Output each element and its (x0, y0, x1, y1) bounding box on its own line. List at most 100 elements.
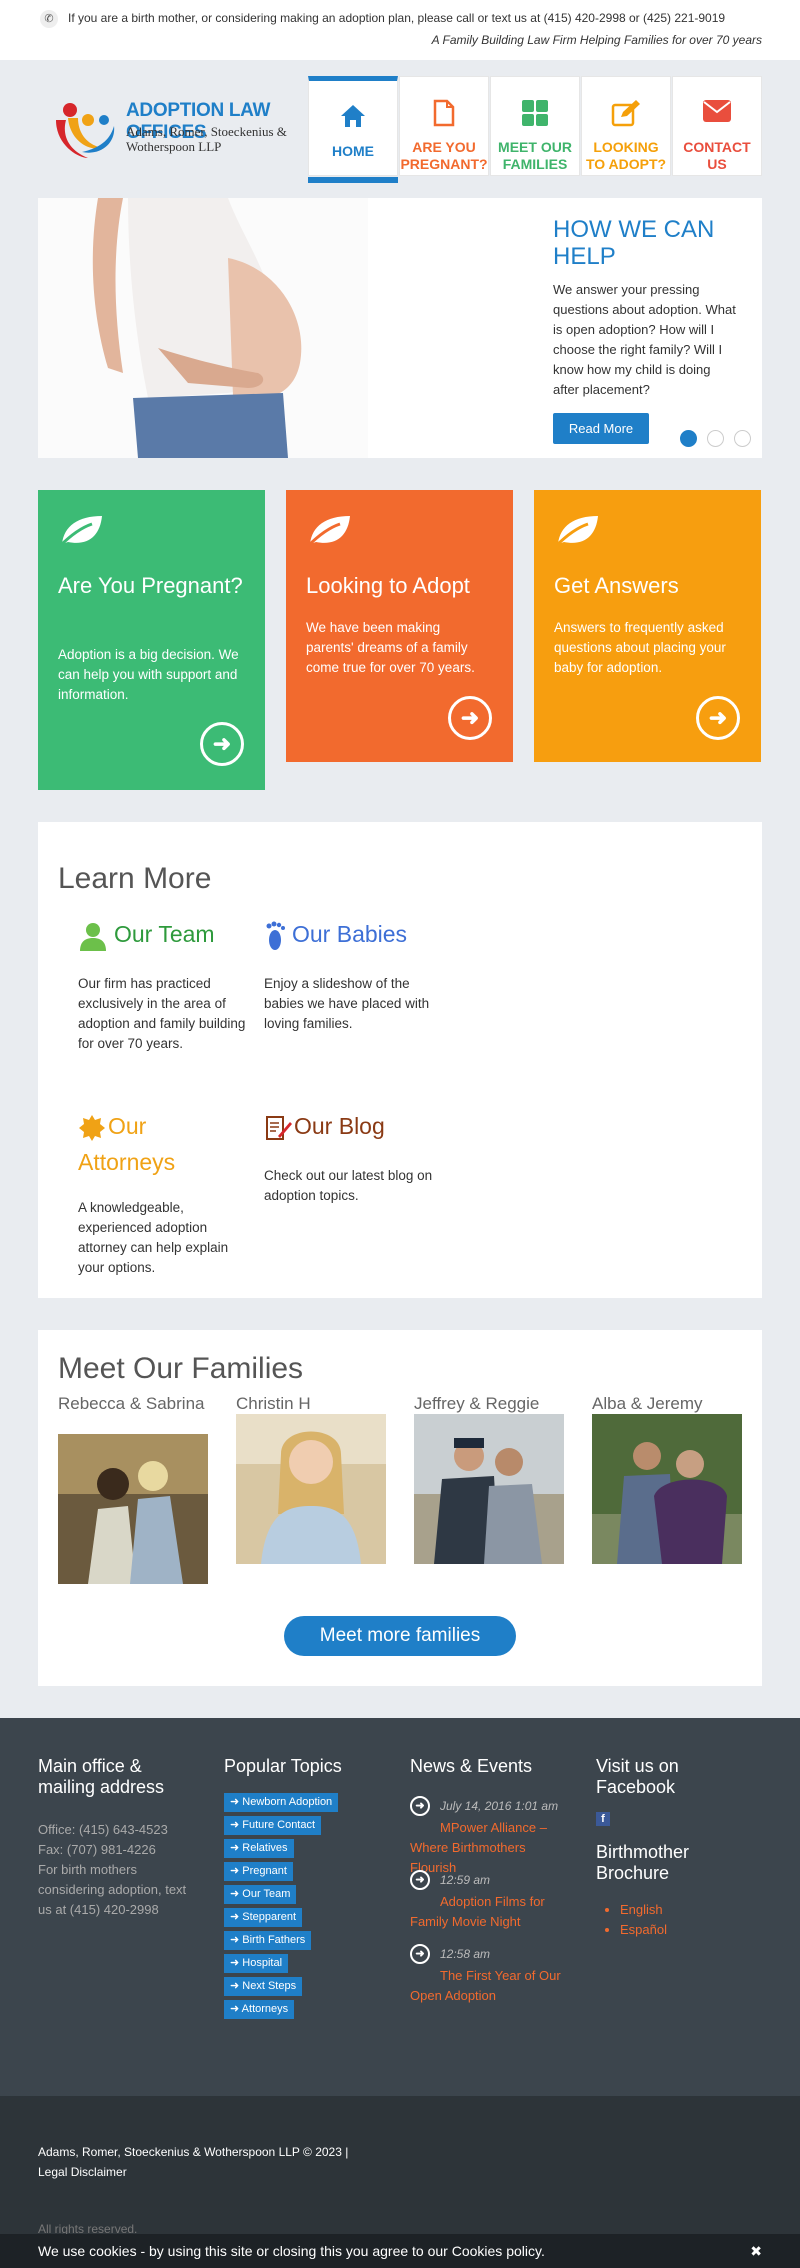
learn-item-title: Our Babies (292, 921, 408, 947)
card-title: Are You Pregnant? (58, 573, 243, 598)
tagline: A Family Building Law Firm Helping Famil… (431, 33, 762, 47)
topic-label: Attorneys (241, 2003, 289, 2015)
slider-dot[interactable] (734, 430, 751, 447)
family-card[interactable]: Christin H (236, 1394, 386, 1564)
family-photo[interactable] (58, 1434, 208, 1584)
site-logo[interactable]: ADOPTION LAW OFFICES Adams, Romer, Stoec… (48, 90, 308, 160)
topic-link[interactable]: ➜ Pregnant (224, 1862, 293, 1881)
cookie-text: We use cookies - by using this site or c… (38, 2243, 545, 2259)
logo-subtitle: Adams, Romer, Stoeckenius & Wotherspoon … (126, 124, 287, 154)
arrow-right-icon[interactable]: ➜ (448, 696, 492, 740)
learn-item-title: Our Team (114, 921, 215, 947)
news-link[interactable]: MPower Alliance – Where Birthmothers Flo… (410, 1818, 575, 1878)
slider-dot-active[interactable] (680, 430, 697, 447)
families-heading: Meet Our Families (58, 1352, 304, 1385)
hero-slider: HOW WE CAN HELP We answer your pressing … (38, 198, 762, 458)
family-photo[interactable] (236, 1414, 386, 1564)
card-body: Adoption is a big decision. We can help … (58, 647, 239, 702)
card-get-answers[interactable]: Get Answers Answers to frequently asked … (534, 490, 761, 762)
slider-dot[interactable] (707, 430, 724, 447)
family-name: Rebecca & Sabrina (58, 1394, 205, 1413)
topic-label: Our Team (242, 1888, 291, 1900)
nav-home[interactable]: HOME (308, 76, 398, 183)
facebook-icon[interactable]: f (596, 1812, 610, 1826)
topic-label: Birth Fathers (242, 1934, 306, 1946)
family-photo[interactable] (414, 1414, 564, 1564)
topic-link[interactable]: ➜ Attorneys (224, 2000, 295, 2019)
arrow-circle-icon: ➜ (410, 1870, 430, 1890)
topic-link[interactable]: ➜ Future Contact (224, 1816, 322, 1835)
card-title: Looking to Adopt (306, 573, 470, 598)
topic-label: Next Steps (242, 1980, 297, 1992)
nav-meet-our-families[interactable]: MEET OUR FAMILIES (490, 76, 580, 176)
topic-link[interactable]: ➜ Birth Fathers (224, 1931, 312, 1950)
card-looking-to-adopt[interactable]: Looking to Adopt We have been making par… (286, 490, 513, 762)
topic-link[interactable]: ➜ Relatives (224, 1839, 294, 1858)
topic-link[interactable]: ➜ Next Steps (224, 1977, 303, 1996)
close-icon[interactable]: ✖ (750, 2243, 762, 2260)
learn-item-body: Our firm has practiced exclusively in th… (78, 976, 246, 1051)
envelope-icon (673, 99, 761, 130)
nav-label: ARE YOU PREGNANT? (400, 139, 488, 172)
topic-label: Relatives (242, 1842, 288, 1854)
family-card[interactable]: Jeffrey & Reggie (414, 1394, 564, 1564)
topics-list: ➜ Newborn Adoption ➜ Future Contact ➜ Re… (224, 1793, 384, 2019)
legal-disclaimer-link[interactable]: Legal Disclaimer (38, 2162, 127, 2182)
edit-icon (582, 99, 670, 134)
badge-icon (78, 1114, 106, 1142)
nav-are-you-pregnant[interactable]: ARE YOU PREGNANT? (399, 76, 489, 176)
brochure-link-spanish[interactable]: Español (620, 1920, 756, 1940)
brochure-list: English Español (596, 1900, 756, 1940)
nav-looking-to-adopt[interactable]: LOOKING TO ADOPT? (581, 76, 671, 176)
news-link[interactable]: Adoption Films for Family Movie Night (410, 1892, 575, 1932)
topic-label: Future Contact (242, 1819, 316, 1831)
nav-label: HOME (332, 143, 374, 159)
topic-label: Hospital (242, 1957, 283, 1969)
learn-item-title: Our Blog (294, 1113, 385, 1139)
topic-link[interactable]: ➜ Newborn Adoption (224, 1793, 339, 1812)
family-photo[interactable] (592, 1414, 742, 1564)
nav-label: MEET OUR FAMILIES (498, 139, 572, 172)
grid-icon (491, 99, 579, 134)
learn-item-body: A knowledgeable, experienced adoption at… (78, 1200, 229, 1275)
top-info-bar: ✆ If you are a birth mother, or consider… (0, 0, 800, 60)
nav-label: CONTACT US (683, 139, 751, 172)
document-icon (400, 99, 488, 134)
arrow-right-icon[interactable]: ➜ (696, 696, 740, 740)
nav-label: LOOKING TO ADOPT? (585, 139, 667, 172)
family-name: Christin H (236, 1394, 311, 1413)
topics-heading: Popular Topics (224, 1756, 342, 1776)
main-nav: HOME ARE YOU PREGNANT? MEET OUR FAMILIES… (308, 76, 762, 184)
footer-news: News & Events ➜ July 14, 2016 1:01 am MP… (410, 1756, 580, 2056)
nav-contact-us[interactable]: CONTACT US (672, 76, 762, 176)
footer: Main office & mailing address Office: (4… (0, 1718, 800, 2096)
hero-body: We answer your pressing questions about … (553, 282, 736, 397)
brochure-heading: Birthmother Brochure (596, 1842, 690, 1883)
family-card[interactable]: Rebecca & Sabrina (58, 1394, 208, 1584)
hero-image (38, 198, 368, 458)
family-card[interactable]: Alba & Jeremy (592, 1394, 742, 1564)
topic-link[interactable]: ➜ Hospital (224, 1954, 289, 1973)
family-name: Jeffrey & Reggie (414, 1394, 540, 1413)
office-heading: Main office & mailing address (38, 1756, 165, 1797)
blog-icon (264, 1114, 292, 1142)
card-are-you-pregnant[interactable]: Are You Pregnant? Adoption is a big deci… (38, 490, 265, 790)
arrow-circle-icon: ➜ (410, 1944, 430, 1964)
learn-item-body: Check out our latest blog on adoption to… (264, 1168, 433, 1203)
brochure-link-english[interactable]: English (620, 1900, 756, 1920)
footer-office: Main office & mailing address Office: (4… (38, 1756, 188, 1920)
meet-more-families-button[interactable]: Meet more families (284, 1616, 516, 1656)
arrow-circle-icon: ➜ (410, 1796, 430, 1816)
cookie-banner: We use cookies - by using this site or c… (0, 2234, 800, 2268)
news-link[interactable]: The First Year of Our Open Adoption (410, 1966, 575, 2006)
topic-link[interactable]: ➜ Stepparent (224, 1908, 303, 1927)
footprint-icon (264, 921, 286, 951)
phone-icon: ✆ (40, 10, 58, 28)
arrow-right-icon[interactable]: ➜ (200, 722, 244, 766)
topic-link[interactable]: ➜ Our Team (224, 1885, 297, 1904)
news-date: July 14, 2016 1:01 am (440, 1799, 559, 1813)
copyright: Adams, Romer, Stoeckenius & Wotherspoon … (38, 2145, 349, 2159)
footer-topics: Popular Topics ➜ Newborn Adoption ➜ Futu… (224, 1756, 384, 2023)
card-body: Answers to frequently asked questions ab… (554, 620, 726, 675)
read-more-button[interactable]: Read More (553, 413, 649, 444)
